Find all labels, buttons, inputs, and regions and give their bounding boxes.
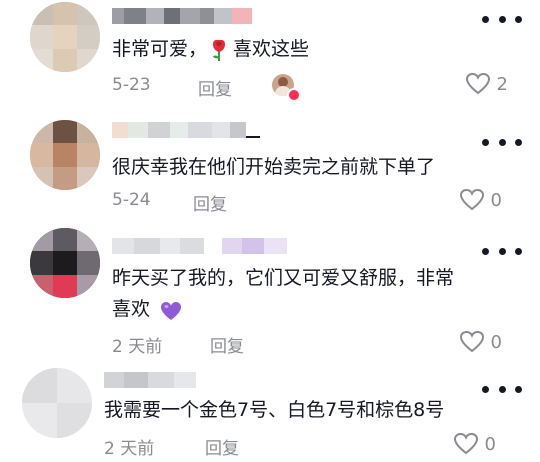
username-blurred[interactable] xyxy=(112,122,260,138)
more-options-icon[interactable] xyxy=(482,382,522,396)
comment-date: 5-23 xyxy=(112,75,151,95)
like-count: 0 xyxy=(484,433,496,455)
comment-item: 昨天买了我的，它们又可爱又舒服，非常 喜欢 2 天前 回复 0 xyxy=(0,220,540,360)
username-blurred[interactable] xyxy=(104,372,196,388)
avatar[interactable] xyxy=(30,2,100,72)
like-count: 0 xyxy=(490,189,502,211)
comment-text: 我需要一个金色7号、白色7号和棕色8号 xyxy=(104,399,445,421)
more-options-icon[interactable] xyxy=(482,135,522,149)
comment-text-line2: 喜欢 xyxy=(112,294,182,325)
rose-icon xyxy=(209,38,229,62)
reply-button[interactable]: 回复 xyxy=(210,332,244,357)
comment-date: 5-24 xyxy=(112,190,151,210)
heart-outline-icon xyxy=(453,432,478,455)
reply-button[interactable]: 回复 xyxy=(198,75,232,100)
more-options-icon[interactable] xyxy=(482,244,522,258)
comment-item: 我需要一个金色7号、白色7号和棕色8号 2 天前 回复 0 xyxy=(0,360,540,462)
comment-text: 非常可爱， 喜欢这些 xyxy=(112,38,310,62)
author-badge-icon xyxy=(287,88,301,102)
comment-date: 2 天前 xyxy=(104,439,155,459)
like-count: 0 xyxy=(490,331,502,353)
purple-heart-icon xyxy=(160,300,182,320)
comment-text: 很庆幸我在他们开始卖完之前就下单了 xyxy=(112,156,436,178)
avatar[interactable] xyxy=(30,228,100,298)
avatar[interactable] xyxy=(30,120,100,190)
more-options-icon[interactable] xyxy=(482,12,522,26)
avatar[interactable] xyxy=(22,368,92,438)
like-button[interactable]: 0 xyxy=(459,188,502,212)
username-blurred[interactable] xyxy=(112,8,252,24)
comment-date: 2 天前 xyxy=(112,337,163,357)
heart-outline-icon xyxy=(465,72,490,95)
like-button[interactable]: 2 xyxy=(465,72,508,96)
comment-text-line1: 昨天买了我的，它们又可爱又舒服，非常 xyxy=(112,267,455,289)
like-button[interactable]: 0 xyxy=(459,330,502,354)
comment-item: 非常可爱， 喜欢这些 5-23 回复 2 xyxy=(0,0,540,110)
comment-item: 很庆幸我在他们开始卖完之前就下单了 5-24 回复 0 xyxy=(0,110,540,220)
reply-button[interactable]: 回复 xyxy=(205,434,239,459)
like-count: 2 xyxy=(496,73,508,95)
heart-outline-icon xyxy=(459,330,484,353)
like-button[interactable]: 0 xyxy=(453,432,496,456)
username-blurred[interactable] xyxy=(112,238,287,254)
reply-button[interactable]: 回复 xyxy=(193,190,227,215)
heart-outline-icon xyxy=(459,188,484,211)
